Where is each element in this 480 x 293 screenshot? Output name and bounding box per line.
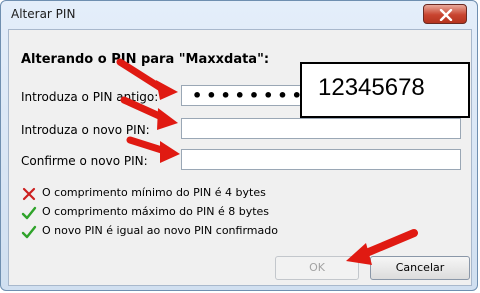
title-bar[interactable]: Alterar PIN — [1, 1, 477, 29]
pin-annotation-box: 12345678 — [300, 62, 470, 118]
old-pin-label: Introduza o PIN antigo: — [21, 90, 159, 104]
check-icon — [21, 206, 37, 220]
pin-annotation-text: 12345678 — [318, 74, 425, 101]
window-title: Alterar PIN — [11, 7, 76, 21]
dialog-heading: Alterando o PIN para "Maxxdata": — [21, 52, 270, 67]
ok-button[interactable]: OK — [275, 256, 359, 280]
rule-text: O novo PIN é igual ao novo PIN confirmad… — [42, 224, 278, 237]
confirm-pin-input[interactable] — [181, 149, 461, 170]
old-pin-value: •••••••• — [192, 86, 306, 105]
confirm-pin-label: Confirme o novo PIN: — [21, 154, 148, 168]
close-button[interactable] — [423, 4, 467, 24]
rule-text: O comprimento máximo do PIN é 8 bytes — [42, 205, 270, 218]
check-icon — [21, 225, 37, 239]
rule-text: O comprimento mínimo do PIN é 4 bytes — [42, 186, 266, 199]
cancel-button[interactable]: Cancelar — [370, 256, 470, 280]
close-icon — [439, 9, 453, 21]
x-icon — [22, 187, 36, 201]
pin-dialog: Alterar PIN Alterando o PIN para "Maxxda… — [0, 0, 478, 291]
new-pin-label: Introduza o novo PIN: — [21, 123, 150, 137]
new-pin-input[interactable] — [181, 118, 461, 139]
